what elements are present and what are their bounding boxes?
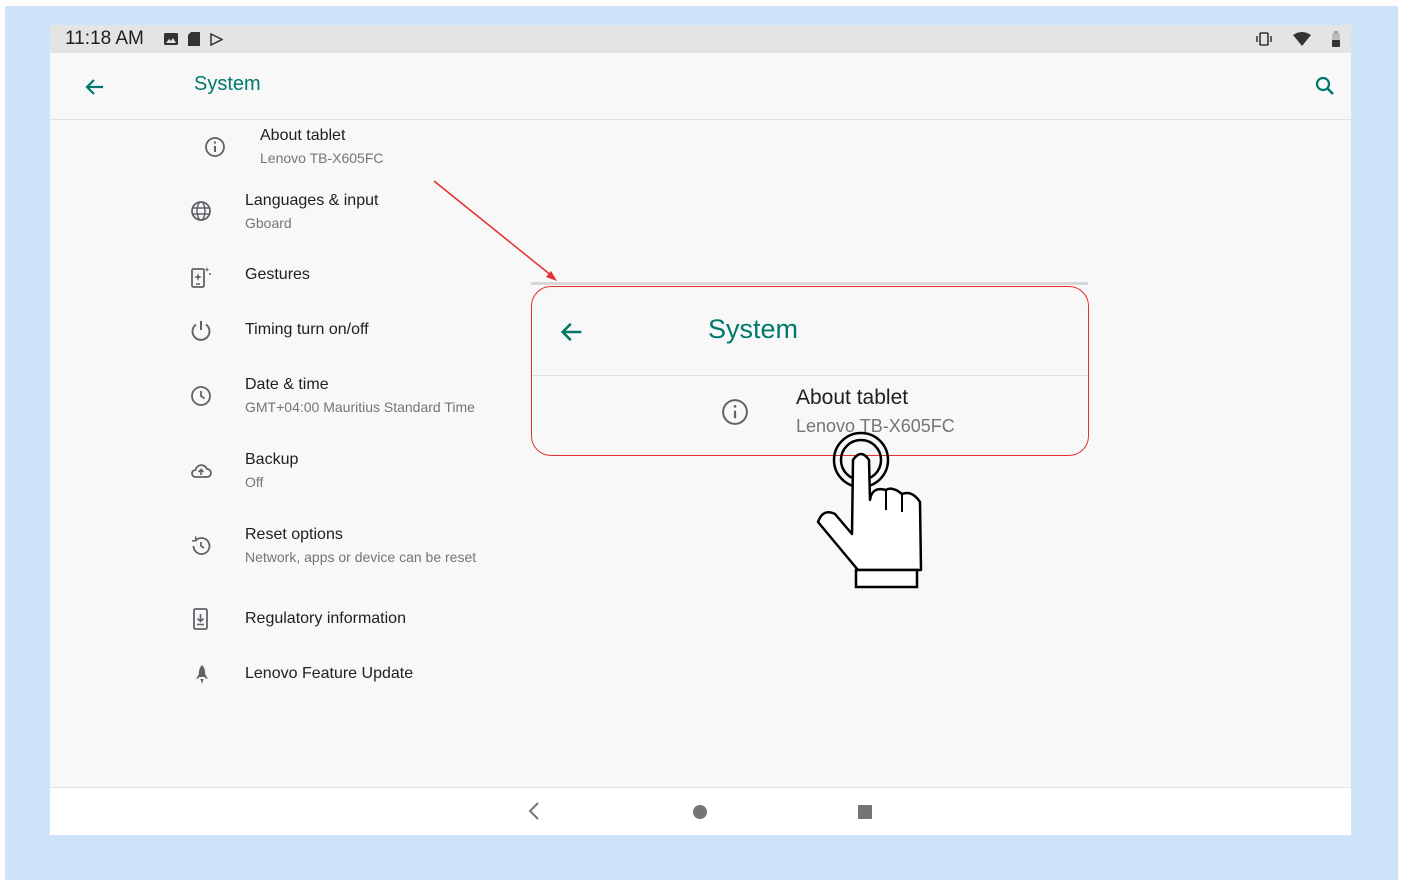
callout-app-bar: System — [532, 287, 1088, 376]
wifi-icon — [1293, 32, 1311, 46]
zoom-callout: System About tablet Lenovo TB-X605FC — [531, 286, 1089, 456]
nav-home-icon[interactable] — [693, 805, 707, 819]
callout-item-title: About tablet — [796, 386, 909, 409]
power-icon — [189, 319, 213, 343]
item-title: Reset options — [245, 526, 343, 543]
item-title: Languages & input — [245, 192, 379, 209]
clock-icon — [189, 384, 213, 408]
search-icon[interactable] — [1313, 74, 1337, 98]
list-item-reset-options[interactable]: Reset options Network, apps or device ca… — [50, 520, 650, 570]
status-notifications — [164, 32, 223, 46]
app-bar: System — [50, 53, 1351, 120]
item-title: Timing turn on/off — [245, 321, 369, 338]
callout-title: System — [708, 314, 799, 344]
callout-item-subtitle: Lenovo TB-X605FC — [796, 416, 955, 436]
list-item-regulatory-information[interactable]: Regulatory information — [50, 595, 650, 645]
battery-icon — [1331, 31, 1341, 47]
item-title: About tablet — [260, 127, 346, 144]
nav-recents-icon[interactable] — [858, 805, 872, 819]
globe-icon — [189, 199, 213, 223]
history-icon — [189, 534, 213, 558]
item-title: Lenovo Feature Update — [245, 665, 414, 682]
status-system-icons — [1255, 31, 1341, 47]
document-download-icon — [189, 607, 213, 631]
item-title: Regulatory information — [245, 610, 406, 627]
item-title: Date & time — [245, 376, 329, 393]
back-arrow-icon[interactable] — [83, 75, 107, 99]
rocket-icon — [190, 663, 214, 687]
list-item-about-tablet[interactable]: About tablet Lenovo TB-X605FC — [50, 120, 650, 170]
item-title: Gestures — [245, 266, 310, 283]
info-icon — [203, 135, 227, 159]
cloud-upload-icon — [189, 459, 213, 483]
callout-back-arrow-icon — [558, 318, 586, 351]
list-item-languages-input[interactable]: Languages & input Gboard — [50, 185, 650, 235]
vibrate-icon — [1255, 32, 1273, 46]
sd-card-icon — [188, 32, 200, 46]
item-subtitle: GMT+04:00 Mauritius Standard Time — [245, 399, 475, 415]
status-bar: 11:18 AM — [50, 25, 1351, 53]
image-notification-icon — [164, 33, 178, 45]
nav-back-icon[interactable] — [527, 801, 541, 826]
list-item-lenovo-feature-update[interactable]: Lenovo Feature Update — [50, 650, 650, 700]
item-title: Backup — [245, 451, 299, 468]
callout-divider — [531, 282, 1088, 285]
navigation-bar — [50, 787, 1351, 835]
item-subtitle: Off — [245, 474, 264, 490]
gesture-phone-icon — [189, 265, 213, 289]
item-subtitle: Network, apps or device can be reset — [245, 549, 477, 565]
item-subtitle: Lenovo TB-X605FC — [260, 150, 384, 166]
status-time: 11:18 AM — [65, 28, 144, 49]
play-store-icon — [210, 32, 223, 46]
page-title: System — [194, 73, 261, 95]
item-subtitle: Gboard — [245, 215, 292, 231]
callout-info-icon — [720, 397, 750, 432]
